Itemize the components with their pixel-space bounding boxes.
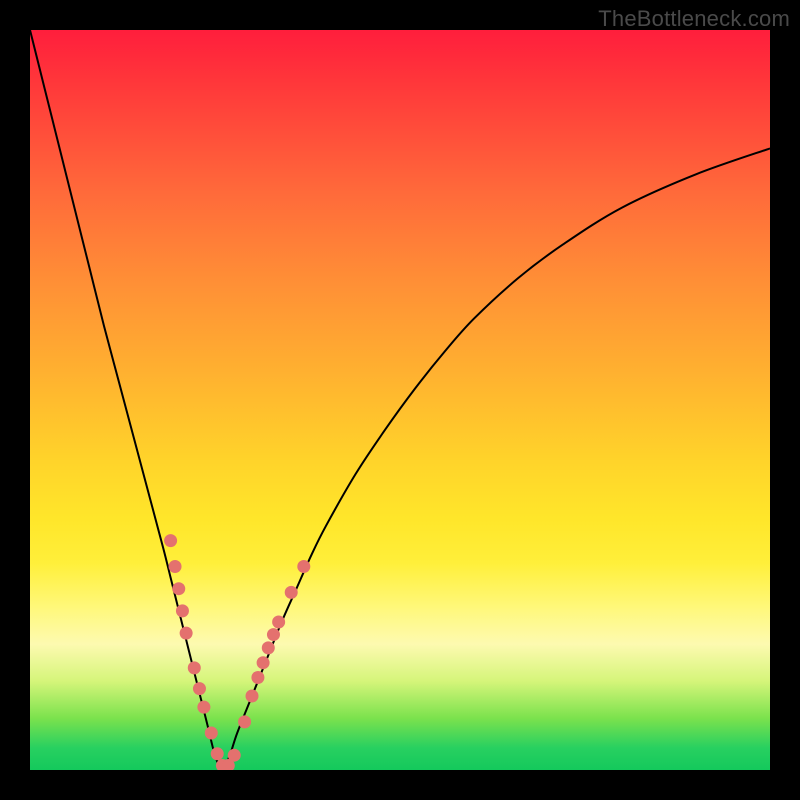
- data-point: [188, 661, 201, 674]
- data-point: [285, 586, 298, 599]
- watermark-text: TheBottleneck.com: [598, 6, 790, 32]
- data-point: [172, 582, 185, 595]
- data-point: [246, 690, 259, 703]
- bottleneck-curve: [30, 30, 770, 770]
- data-point: [272, 616, 285, 629]
- data-point: [205, 727, 218, 740]
- data-point: [238, 715, 251, 728]
- data-point: [197, 701, 210, 714]
- plot-area: [30, 30, 770, 770]
- data-point: [267, 628, 280, 641]
- data-point: [228, 749, 241, 762]
- data-point: [169, 560, 182, 573]
- data-point: [211, 747, 224, 760]
- data-point: [193, 682, 206, 695]
- data-point: [251, 671, 264, 684]
- data-point: [297, 560, 310, 573]
- data-point: [164, 534, 177, 547]
- curve-svg: [30, 30, 770, 770]
- data-point: [262, 641, 275, 654]
- chart-frame: TheBottleneck.com: [0, 0, 800, 800]
- data-point: [176, 604, 189, 617]
- data-point: [257, 656, 270, 669]
- data-point: [180, 627, 193, 640]
